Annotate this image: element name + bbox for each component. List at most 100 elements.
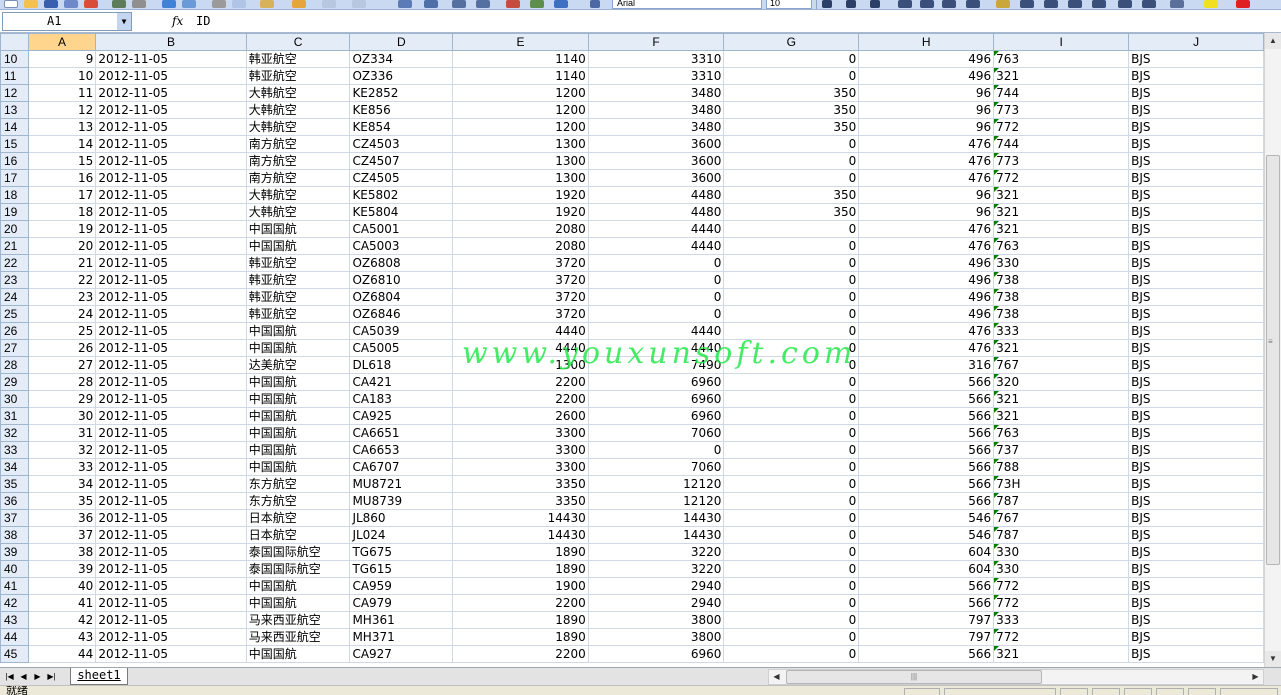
cell-i[interactable]: 767 <box>993 509 1130 527</box>
last-sheet-icon[interactable]: ▶| <box>46 670 57 683</box>
cell-e[interactable]: 1300 <box>452 135 589 153</box>
cell-b[interactable]: 2012-11-05 <box>95 169 247 187</box>
cell-i[interactable]: 321 <box>993 186 1130 204</box>
cell-g[interactable]: 0 <box>723 254 860 272</box>
cell-b[interactable]: 2012-11-05 <box>95 305 247 323</box>
cell-f[interactable]: 7060 <box>587 458 725 476</box>
cell-g[interactable]: 350 <box>723 101 860 119</box>
cell-d[interactable]: KE5804 <box>349 203 454 221</box>
cell-d[interactable]: KE5802 <box>349 186 454 204</box>
cell-f[interactable]: 3310 <box>587 67 725 85</box>
cut-icon[interactable] <box>212 0 226 8</box>
prev-sheet-icon[interactable]: ◀ <box>18 670 29 683</box>
row-header[interactable]: 29 <box>0 373 29 391</box>
percent-icon[interactable] <box>1020 0 1034 8</box>
cell-f[interactable]: 3310 <box>587 50 725 68</box>
name-box-dropdown-icon[interactable]: ▼ <box>117 13 131 30</box>
row-header[interactable]: 41 <box>0 577 29 595</box>
cell-i[interactable]: 330 <box>993 543 1130 561</box>
cell-a[interactable]: 20 <box>27 237 97 255</box>
cell-e[interactable]: 3720 <box>452 305 589 323</box>
increase-indent-icon[interactable] <box>1142 0 1156 8</box>
cell-g[interactable]: 0 <box>723 594 860 612</box>
row-header[interactable]: 12 <box>0 84 29 102</box>
row-header[interactable]: 18 <box>0 186 29 204</box>
cell-c[interactable]: 韩亚航空 <box>245 305 351 323</box>
cell-a[interactable]: 14 <box>27 135 97 153</box>
row-header[interactable]: 16 <box>0 152 29 170</box>
cell-f[interactable]: 4440 <box>587 339 725 357</box>
cell-f[interactable]: 2940 <box>587 577 725 595</box>
cell-c[interactable]: 中国国航 <box>245 390 351 408</box>
cell-f[interactable]: 0 <box>587 288 725 306</box>
cell-j[interactable]: BJS <box>1128 186 1264 204</box>
cell-b[interactable]: 2012-11-05 <box>95 135 247 153</box>
cell-e[interactable]: 4440 <box>452 339 589 357</box>
row-header[interactable]: 40 <box>0 560 29 578</box>
cell-i[interactable]: 772 <box>993 169 1130 187</box>
cell-g[interactable]: 0 <box>723 67 860 85</box>
cell-j[interactable]: BJS <box>1128 577 1264 595</box>
cell-c[interactable]: 韩亚航空 <box>245 271 351 289</box>
cell-a[interactable]: 43 <box>27 628 97 646</box>
cell-b[interactable]: 2012-11-05 <box>95 526 247 544</box>
cell-f[interactable]: 4440 <box>587 322 725 340</box>
cell-g[interactable]: 0 <box>723 441 860 459</box>
cell-c[interactable]: 南方航空 <box>245 152 351 170</box>
cell-d[interactable]: OZ6810 <box>349 271 454 289</box>
cell-c[interactable]: 中国国航 <box>245 458 351 476</box>
row-header[interactable]: 21 <box>0 237 29 255</box>
cell-e[interactable]: 1890 <box>452 611 589 629</box>
cell-j[interactable]: BJS <box>1128 271 1264 289</box>
increase-decimal-icon[interactable] <box>1068 0 1082 8</box>
cell-d[interactable]: CA6653 <box>349 441 454 459</box>
cell-e[interactable]: 3720 <box>452 254 589 272</box>
cell-f[interactable]: 12120 <box>587 492 725 510</box>
cell-f[interactable]: 6960 <box>587 645 725 663</box>
cell-j[interactable]: BJS <box>1128 169 1264 187</box>
cell-a[interactable]: 13 <box>27 118 97 136</box>
column-header-h[interactable]: H <box>858 33 995 51</box>
cell-b[interactable]: 2012-11-05 <box>95 475 247 493</box>
cell-f[interactable]: 4480 <box>587 186 725 204</box>
cell-j[interactable]: BJS <box>1128 543 1264 561</box>
spelling-icon[interactable] <box>162 0 176 8</box>
cell-b[interactable]: 2012-11-05 <box>95 186 247 204</box>
cell-g[interactable]: 350 <box>723 118 860 136</box>
cell-i[interactable]: 738 <box>993 271 1130 289</box>
cell-b[interactable]: 2012-11-05 <box>95 322 247 340</box>
cell-h[interactable]: 566 <box>858 373 995 391</box>
cell-d[interactable]: KE856 <box>349 101 454 119</box>
cell-e[interactable]: 3300 <box>452 441 589 459</box>
column-header-e[interactable]: E <box>452 33 589 51</box>
cell-e[interactable]: 1890 <box>452 628 589 646</box>
cell-g[interactable]: 0 <box>723 611 860 629</box>
cell-b[interactable]: 2012-11-05 <box>95 594 247 612</box>
cell-d[interactable]: CA421 <box>349 373 454 391</box>
cell-e[interactable]: 3350 <box>452 475 589 493</box>
cell-a[interactable]: 42 <box>27 611 97 629</box>
cell-j[interactable]: BJS <box>1128 628 1264 646</box>
cell-d[interactable]: CA5039 <box>349 322 454 340</box>
cell-g[interactable]: 0 <box>723 509 860 527</box>
cell-j[interactable]: BJS <box>1128 322 1264 340</box>
decrease-indent-icon[interactable] <box>1118 0 1132 8</box>
cell-i[interactable]: 773 <box>993 152 1130 170</box>
row-header[interactable]: 22 <box>0 254 29 272</box>
cell-a[interactable]: 29 <box>27 390 97 408</box>
row-header[interactable]: 19 <box>0 203 29 221</box>
cell-i[interactable]: 772 <box>993 118 1130 136</box>
align-right-icon[interactable] <box>942 0 956 8</box>
cell-i[interactable]: 320 <box>993 373 1130 391</box>
cell-b[interactable]: 2012-11-05 <box>95 237 247 255</box>
align-left-icon[interactable] <box>898 0 912 8</box>
row-header[interactable]: 32 <box>0 424 29 442</box>
row-header[interactable]: 17 <box>0 169 29 187</box>
email-icon[interactable] <box>84 0 98 8</box>
cell-c[interactable]: 中国国航 <box>245 237 351 255</box>
cell-f[interactable]: 2940 <box>587 594 725 612</box>
cell-d[interactable]: CA5005 <box>349 339 454 357</box>
cell-a[interactable]: 16 <box>27 169 97 187</box>
cell-a[interactable]: 32 <box>27 441 97 459</box>
vertical-scrollbar[interactable]: ▲ ≡ ▼ <box>1264 33 1281 667</box>
